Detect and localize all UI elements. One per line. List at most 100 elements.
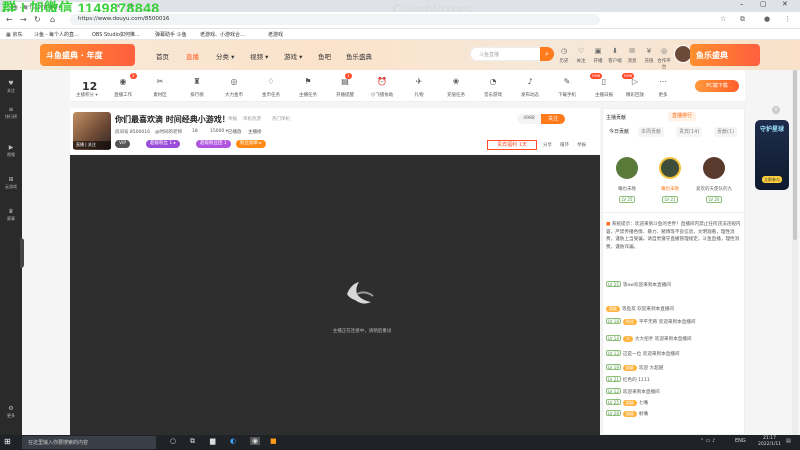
search-input[interactable]: 斗鱼直播	[470, 47, 543, 61]
bookmark-item[interactable]: OBS Studio如何推...	[92, 31, 140, 38]
notification-icon[interactable]: ▤	[786, 438, 791, 444]
edge-icon[interactable]: ◐	[230, 437, 236, 445]
rail-video[interactable]: ▶ 视频	[0, 144, 22, 158]
history-icon[interactable]: ◷	[556, 47, 572, 55]
menu-icon[interactable]: ⋮	[784, 15, 791, 23]
rail-more[interactable]: ⚙ 更多	[0, 405, 22, 419]
tool-icon[interactable]: ❀	[443, 77, 469, 86]
tab-contrib[interactable]: 贡献(1)	[714, 127, 738, 137]
tool-icon[interactable]: ◔	[480, 77, 506, 86]
bookmark-item[interactable]: 老游戏、小游戏合...	[200, 31, 245, 38]
video-player[interactable]	[70, 155, 600, 435]
nav-games[interactable]: 游戏 ▾	[284, 51, 302, 61]
share-link[interactable]: 分享	[543, 142, 552, 148]
tool-icon[interactable]: ⚑	[295, 77, 321, 86]
back-icon[interactable]: ←	[6, 15, 13, 24]
rank-avatar[interactable]	[659, 157, 681, 179]
follow-button[interactable]: 关注	[541, 114, 565, 124]
broadcast-icon[interactable]: ▣	[590, 47, 606, 55]
fan-club-chip[interactable]: 超级粉丝团 1	[196, 140, 231, 148]
subcategory-link[interactable]: 热门单机	[272, 116, 290, 122]
fan-medal-chip[interactable]: 粉丝勋章 ▸	[236, 140, 266, 148]
reload-icon[interactable]: ↻	[34, 15, 41, 24]
forward-icon[interactable]: →	[20, 15, 27, 24]
tool-icon[interactable]: ◉	[110, 77, 136, 86]
scrollbar-thumb[interactable]	[793, 70, 797, 240]
nav-festival[interactable]: 鱼乐盛典	[346, 51, 372, 61]
home-icon[interactable]: ⌂	[50, 15, 55, 24]
tab-week[interactable]: 本周贡献	[638, 127, 665, 137]
client-label: 客户端	[608, 59, 622, 64]
tool-icon[interactable]: ✈	[406, 77, 432, 86]
rail-follow[interactable]: ♥ 关注	[0, 80, 22, 94]
maximize-icon[interactable]: ▢	[760, 0, 767, 8]
report-link[interactable]: 举报	[228, 116, 237, 122]
rank-avatar[interactable]	[703, 157, 725, 179]
language-indicator[interactable]: ENG	[735, 438, 746, 444]
tool-icon[interactable]: ⏰	[369, 77, 395, 86]
vip-reward-button[interactable]: 贵宾福利 1天	[487, 140, 537, 150]
cortana-icon[interactable]: ○	[170, 437, 176, 445]
nav-home[interactable]: 首页	[156, 51, 169, 61]
ranking-header[interactable]: 直播排行	[668, 112, 697, 121]
windows-start-icon[interactable]: ⊞	[4, 437, 11, 446]
pc-download-button[interactable]: PC端下载	[695, 80, 739, 92]
anchor-level-label[interactable]: 主播积分 ▾	[76, 92, 98, 98]
star-icon[interactable]: ☆	[720, 15, 726, 23]
tool-icon[interactable]: ♢	[258, 77, 284, 86]
nav-yuba[interactable]: 鱼吧	[318, 51, 331, 61]
super-fan-chip[interactable]: 超级粉丝 1 ▸	[146, 140, 180, 148]
tool-icon[interactable]: ▤	[332, 77, 358, 86]
tab-vip[interactable]: 贵宾(14)	[676, 127, 703, 137]
festival-banner[interactable]: 鱼乐盛典	[690, 44, 760, 66]
tool-icon[interactable]: ◎	[221, 77, 247, 86]
rank-avatar[interactable]	[616, 157, 638, 179]
rail-events[interactable]: ♛ 赛事	[0, 208, 22, 222]
message-icon[interactable]: ✉	[624, 47, 640, 55]
follow-icon[interactable]: ♡	[573, 47, 589, 55]
guardian-badge[interactable]: 立即参与	[762, 176, 782, 183]
rail-collapse-handle[interactable]	[20, 238, 24, 268]
taskbar-search[interactable]: 在这里输入你要搜索的内容	[22, 436, 156, 449]
search-icon[interactable]: ⌕	[540, 47, 554, 61]
nav-video[interactable]: 视频 ▾	[250, 51, 268, 61]
anchor-rank[interactable]: 主播榜	[248, 129, 262, 135]
taskview-icon[interactable]: ⧉	[190, 437, 195, 446]
folder-icon[interactable]: ▆	[210, 437, 215, 445]
tool-icon[interactable]: ♪	[517, 77, 543, 86]
obs-icon[interactable]: ◉	[250, 437, 261, 445]
minimize-icon[interactable]: –	[740, 0, 744, 8]
clock[interactable]: 21:17 2022/1/11	[758, 436, 781, 448]
bookmark-apps[interactable]: ▦ 京东	[6, 31, 22, 38]
rail-rank[interactable]: ≡ 排行榜	[0, 106, 22, 120]
close-icon[interactable]: ×	[772, 106, 780, 114]
vip-chip[interactable]: VIP	[115, 140, 131, 148]
report-room-link[interactable]: 举报	[577, 142, 586, 148]
tab-today[interactable]: 今日贡献	[606, 127, 633, 137]
tool-icon[interactable]: ✂	[147, 77, 173, 86]
tool-icon[interactable]: ♜	[184, 77, 210, 86]
tool-icon[interactable]: ⋯	[650, 77, 676, 86]
nav-live[interactable]: 直播	[186, 51, 199, 61]
bookmark-item[interactable]: 斗鱼 - 每个人的直...	[34, 31, 79, 38]
nav-category[interactable]: 分类 ▾	[216, 51, 234, 61]
tool-icon[interactable]: ▷	[622, 77, 648, 86]
rail-cloudgame[interactable]: ⊞ 云游戏	[0, 176, 22, 190]
anchor-name[interactable]: @时间的老师	[155, 129, 182, 135]
recharge-icon[interactable]: ¥	[641, 47, 657, 55]
partner-icon[interactable]: ◎	[656, 47, 672, 55]
tray-icons[interactable]: ⌃ ▭ ♪	[700, 438, 715, 444]
tool-icon[interactable]: ✎	[554, 77, 580, 86]
category-link[interactable]: 单机热游	[243, 116, 261, 122]
close-window-icon[interactable]: ✕	[782, 0, 788, 8]
bookmark-item[interactable]: 老游戏	[268, 31, 283, 38]
app-icon[interactable]: ■	[270, 437, 277, 445]
client-icon[interactable]: ⬇	[607, 47, 623, 55]
profile-icon[interactable]: ●	[764, 15, 770, 23]
loop-link[interactable]: 循环	[560, 142, 569, 148]
bookmark-item[interactable]: 弹幕助手 斗鱼	[155, 31, 187, 38]
url-field[interactable]: https://www.douyu.com/8500016	[70, 14, 600, 25]
extensions-icon[interactable]: ⧉	[740, 15, 745, 24]
site-logo[interactable]: 斗鱼盛典 · 年度	[40, 44, 135, 66]
tool-icon[interactable]: ▯	[591, 77, 617, 86]
